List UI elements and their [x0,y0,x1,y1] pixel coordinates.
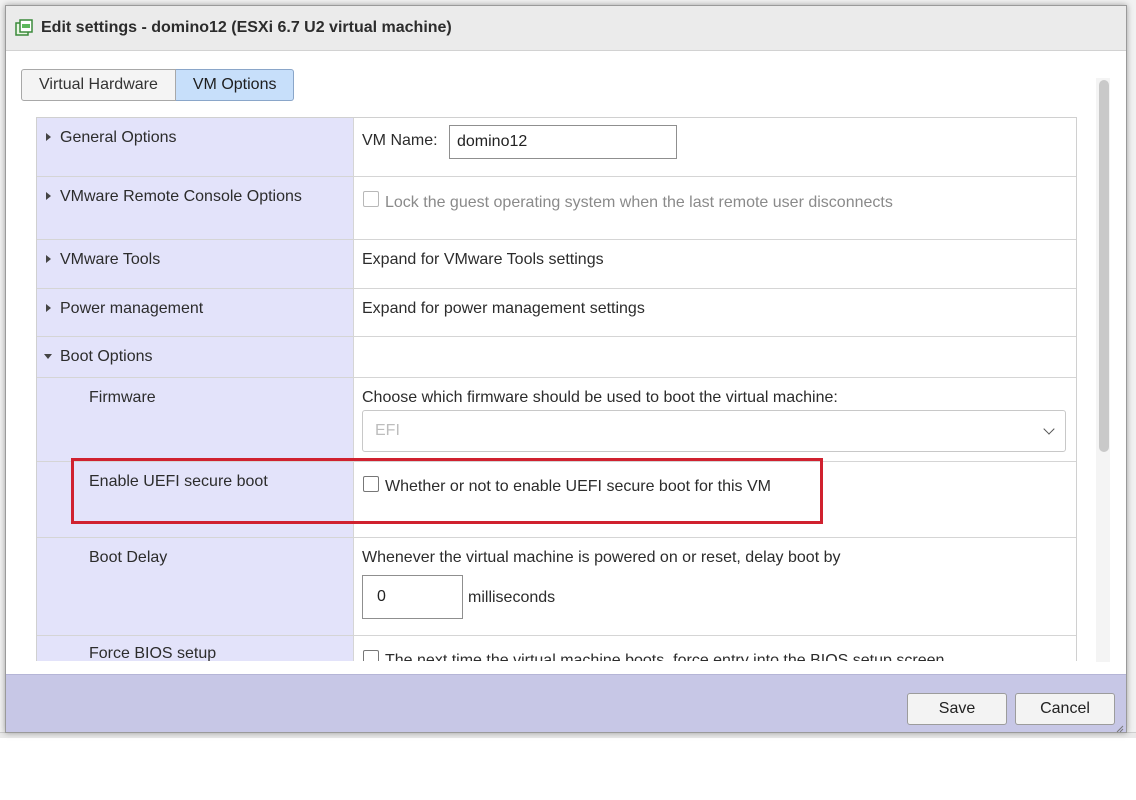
vm-options-table: General Options VM Name: VMware Remote C… [36,117,1077,661]
save-button[interactable]: Save [907,693,1007,725]
vm-name-input[interactable] [449,125,677,159]
row-remote-console-options: VMware Remote Console Options Lock the g… [37,177,1076,240]
uefi-secure-boot-label: Enable UEFI secure boot [89,473,268,490]
lock-guest-os-checkbox[interactable] [363,191,379,207]
boot-options-toggle[interactable]: Boot Options [37,337,354,377]
power-management-label: Power management [60,300,204,317]
dialog-titlebar: Edit settings - domino12 (ESXi 6.7 U2 vi… [6,6,1126,51]
general-options-label: General Options [60,129,177,146]
remote-console-options-toggle[interactable]: VMware Remote Console Options [37,177,354,239]
row-uefi-secure-boot: Enable UEFI secure boot Whether or not t… [37,462,1076,538]
force-bios-description: The next time the virtual machine boots,… [385,652,945,661]
remote-console-content: Lock the guest operating system when the… [354,177,1076,239]
firmware-description: Choose which firmware should be used to … [362,389,838,406]
force-bios-checkbox[interactable] [363,650,379,661]
uefi-secure-boot-cell: Enable UEFI secure boot [37,462,354,537]
power-management-content: Expand for power management settings [354,289,1076,336]
vmware-tools-content: Expand for VMware Tools settings [354,240,1076,288]
firmware-cell: Firmware [37,378,354,461]
remote-console-options-label: VMware Remote Console Options [60,188,302,205]
boot-options-content [354,337,1076,377]
caret-right-icon [46,304,51,312]
vmware-tools-label: VMware Tools [60,251,161,268]
row-firmware: Firmware Choose which firmware should be… [37,378,1076,462]
firmware-select-value: EFI [375,422,400,439]
row-force-bios-setup: Force BIOS setup The next time the virtu… [37,636,1076,661]
chevron-down-icon [1043,423,1055,435]
power-management-toggle[interactable]: Power management [37,289,354,336]
uefi-secure-boot-description: Whether or not to enable UEFI secure boo… [385,478,771,495]
uefi-secure-boot-checkbox[interactable] [363,476,379,492]
dialog-title: Edit settings - domino12 (ESXi 6.7 U2 vi… [41,19,452,36]
firmware-label: Firmware [89,389,156,406]
vmware-tools-text: Expand for VMware Tools settings [362,251,604,268]
general-options-toggle[interactable]: General Options [37,118,354,176]
resize-grip-icon[interactable] [1114,720,1124,733]
tab-vm-options[interactable]: VM Options [175,69,295,101]
boot-delay-cell: Boot Delay [37,538,354,635]
row-vmware-tools: VMware Tools Expand for VMware Tools set… [37,240,1076,289]
caret-down-icon [44,354,52,359]
caret-right-icon [46,133,51,141]
boot-delay-label: Boot Delay [89,549,168,566]
caret-right-icon [46,192,51,200]
force-bios-content: The next time the virtual machine boots,… [354,636,1076,661]
uefi-secure-boot-content: Whether or not to enable UEFI secure boo… [354,462,1076,537]
power-management-text: Expand for power management settings [362,300,645,317]
caret-right-icon [46,255,51,263]
boot-delay-description: Whenever the virtual machine is powered … [362,549,841,566]
boot-delay-input[interactable] [362,575,463,619]
edit-settings-dialog: Edit settings - domino12 (ESXi 6.7 U2 vi… [5,5,1127,733]
vm-settings-icon [14,18,34,38]
row-boot-delay: Boot Delay Whenever the virtual machine … [37,538,1076,636]
tab-virtual-hardware[interactable]: Virtual Hardware [21,69,176,101]
boot-delay-content: Whenever the virtual machine is powered … [354,538,1076,635]
row-power-management: Power management Expand for power manage… [37,289,1076,337]
vmware-tools-toggle[interactable]: VMware Tools [37,240,354,288]
boot-delay-unit: milliseconds [468,589,556,606]
dialog-footer: Save Cancel [6,674,1126,733]
row-boot-options: Boot Options [37,337,1076,378]
row-general-options: General Options VM Name: [37,118,1076,177]
scrollbar-thumb[interactable] [1099,80,1109,452]
force-bios-label: Force BIOS setup [89,645,217,661]
vm-name-label: VM Name: [362,132,438,149]
lock-guest-os-label: Lock the guest operating system when the… [385,194,893,211]
settings-tabs: Virtual Hardware VM Options [21,69,295,101]
cancel-button[interactable]: Cancel [1015,693,1115,725]
general-options-content: VM Name: [354,118,1076,176]
firmware-content: Choose which firmware should be used to … [354,378,1076,461]
boot-options-label: Boot Options [60,348,153,365]
firmware-select[interactable]: EFI [362,410,1066,452]
force-bios-cell: Force BIOS setup [37,636,354,661]
